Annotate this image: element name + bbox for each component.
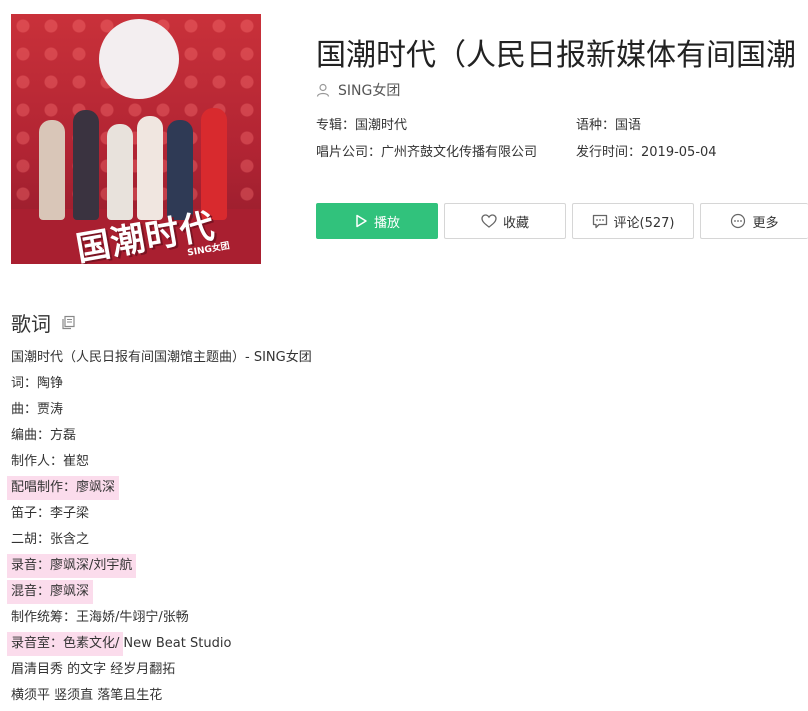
release-date-info: 发行时间：2019-05-04 <box>576 145 717 160</box>
user-icon <box>316 83 330 97</box>
more-button[interactable]: 更多 <box>700 203 808 239</box>
label-info: 唱片公司：广州齐鼓文化传播有限公司 <box>316 145 538 160</box>
lyrics-line-text: 录音：廖飒深/刘宇航 <box>7 554 137 578</box>
lyrics-heading: 歌词 <box>11 312 51 336</box>
lyrics-line-highlighted: 配唱制作：廖飒深 <box>7 475 312 501</box>
lyrics-line-text: 国潮时代（人民日报有间国潮馆主题曲）- SING女团 <box>11 350 312 365</box>
album-info[interactable]: 专辑：国潮时代 <box>316 114 407 133</box>
cover-figure-4 <box>137 116 163 220</box>
more-button-label: 更多 <box>752 215 779 231</box>
lyrics-header: 歌词 <box>11 308 76 337</box>
lyrics-line-highlighted: 录音：廖飒深/刘宇航 <box>7 553 312 579</box>
favorite-button[interactable]: 收藏 <box>444 203 566 239</box>
play-button[interactable]: 播放 <box>316 203 438 239</box>
lyrics-list: 国潮时代（人民日报有间国潮馆主题曲）- SING女团 词：陶铮 曲：贾涛 编曲：… <box>7 345 312 709</box>
comment-button[interactable]: 评论(527) <box>572 203 694 239</box>
lyrics-line: 编曲：方磊 <box>11 423 312 449</box>
lyrics-line-text: 眉清目秀 的文字 经岁月翻拓 <box>11 662 176 677</box>
lyrics-line-highlighted: 混音：廖飒深 <box>7 579 312 605</box>
album-cover[interactable]: 国潮时代 SING女团 <box>11 14 261 264</box>
lyrics-line-text-tail: New Beat Studio <box>123 636 232 651</box>
copy-icon[interactable] <box>61 315 76 330</box>
lyrics-line: 词：陶铮 <box>11 371 312 397</box>
lyrics-line-text: 二胡：张含之 <box>11 532 90 547</box>
lyrics-line: 曲：贾涛 <box>11 397 312 423</box>
play-button-label: 播放 <box>373 215 400 231</box>
lyrics-line: 国潮时代（人民日报有间国潮馆主题曲）- SING女团 <box>11 345 312 371</box>
cover-figure-3 <box>107 124 133 220</box>
song-title: 国潮时代（人民日报新媒体有间国潮 <box>316 38 796 73</box>
lyrics-line-text: 曲：贾涛 <box>11 402 64 417</box>
language-info: 语种：国语 <box>576 118 642 133</box>
artist-name[interactable]: SING女团 <box>338 80 400 100</box>
lyrics-line-text: 编曲：方磊 <box>11 428 77 443</box>
lyrics-line-text: 词：陶铮 <box>11 376 64 391</box>
cover-figure-2 <box>73 110 99 220</box>
cover-moon-circle <box>99 19 179 99</box>
cover-figure-1 <box>39 120 65 220</box>
artist-link[interactable]: SING女团 <box>316 80 400 100</box>
lyrics-line-text: 笛子：李子梁 <box>11 506 90 521</box>
lyrics-line-text: 混音：廖飒深 <box>7 580 94 604</box>
comment-button-label: 评论(527) <box>613 215 675 231</box>
heart-icon <box>481 214 497 228</box>
play-icon <box>356 214 367 228</box>
lyrics-line: 制作统筹：王海娇/牛翊宁/张畅 <box>11 605 312 631</box>
lyrics-line-text: 制作人：崔恕 <box>11 454 90 469</box>
lyrics-line-text: 制作统筹：王海娇/牛翊宁/张畅 <box>11 610 189 625</box>
lyrics-line-text: 录音室：色素文化/ <box>7 632 124 656</box>
lyrics-line: 二胡：张含之 <box>11 527 312 553</box>
lyrics-line: 眉清目秀 的文字 经岁月翻拓 <box>11 657 312 683</box>
more-icon <box>731 213 746 229</box>
lyrics-line: 笛子：李子梁 <box>11 501 312 527</box>
lyrics-line: 横须平 竖须直 落笔且生花 <box>11 683 312 709</box>
favorite-button-label: 收藏 <box>502 215 529 231</box>
lyrics-line: 制作人：崔恕 <box>11 449 312 475</box>
comment-icon <box>592 214 607 228</box>
lyrics-line-text: 横须平 竖须直 落笔且生花 <box>11 688 163 703</box>
lyrics-line-highlighted: 录音室：色素文化/New Beat Studio <box>7 631 312 657</box>
lyrics-line-text: 配唱制作：廖飒深 <box>7 476 120 500</box>
